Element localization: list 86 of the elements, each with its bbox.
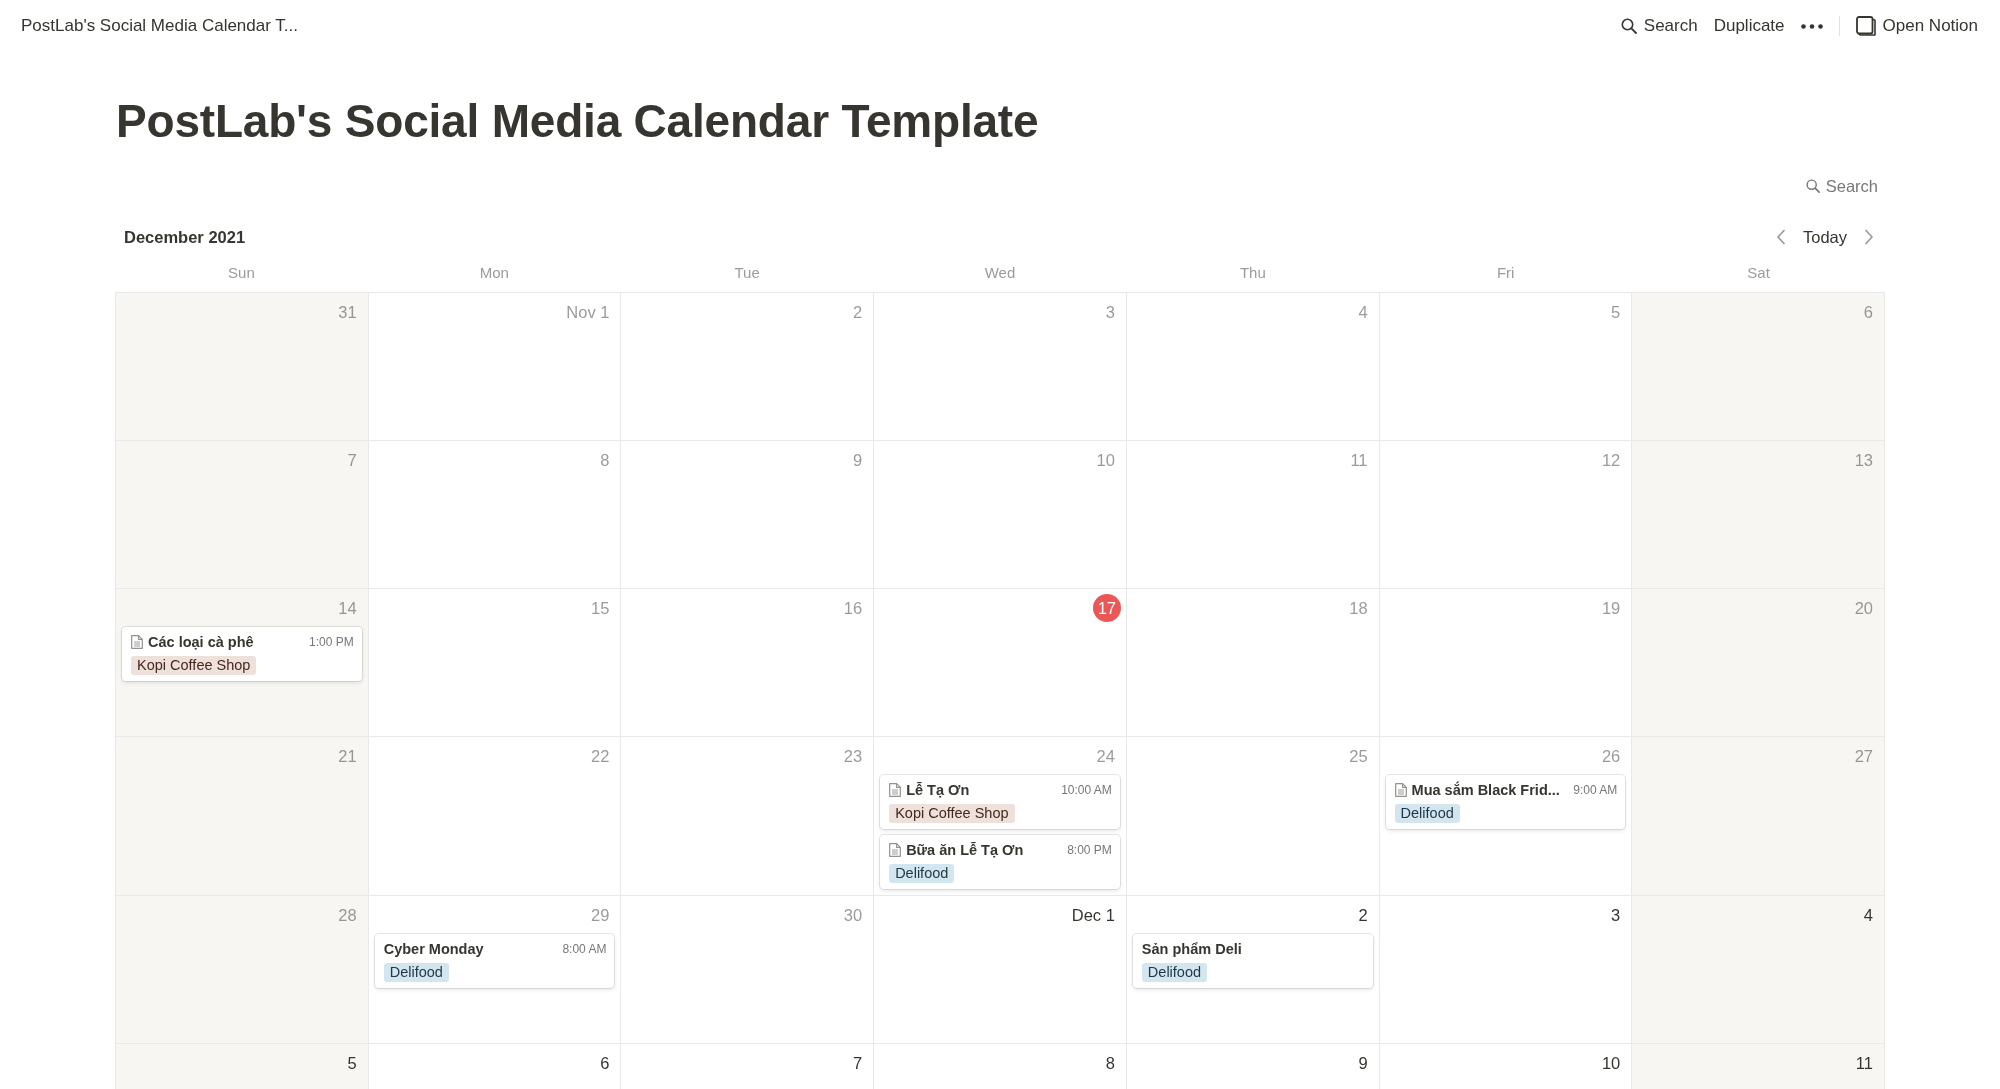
date-number: Dec 1 <box>1070 905 1116 926</box>
date-number: 8 <box>1104 1053 1116 1074</box>
event-time: 10:00 AM <box>1060 783 1112 797</box>
date-number: 31 <box>337 302 358 323</box>
date-number: 27 <box>1853 746 1874 767</box>
date-number: 12 <box>1600 450 1622 471</box>
event-card[interactable]: Cyber Monday 8:00 AM Delifood <box>374 934 615 988</box>
event-title: Các loại cà phê <box>148 634 254 650</box>
search-icon <box>1620 18 1637 34</box>
date-number: 3 <box>1610 905 1622 926</box>
weekday-label: Fri <box>1496 263 1515 281</box>
search-button[interactable]: Search <box>1801 173 1882 199</box>
date-number: 28 <box>337 905 358 926</box>
date-number: 17 <box>1092 594 1121 622</box>
duplicate-button[interactable]: Duplicate <box>1705 12 1793 40</box>
search-button[interactable]: Search <box>1612 12 1706 40</box>
search-icon <box>1805 179 1820 193</box>
date-number: 5 <box>346 1053 358 1074</box>
event-time: 8:00 AM <box>561 942 607 956</box>
page-title: PostLab's Social Media Calendar Template <box>115 94 1040 149</box>
date-number: 13 <box>1853 450 1874 471</box>
date-number: 9 <box>1357 1053 1369 1074</box>
date-number: 23 <box>842 746 864 767</box>
date-number: 21 <box>337 746 358 767</box>
date-number: 2 <box>1357 905 1369 926</box>
date-number: 19 <box>1600 598 1622 619</box>
date-number: 3 <box>1104 302 1116 323</box>
date-number: 9 <box>851 450 864 471</box>
date-number: 11 <box>1854 1053 1874 1074</box>
date-number: 25 <box>1348 746 1369 767</box>
date-number: 22 <box>590 746 611 767</box>
date-number: 4 <box>1357 302 1369 323</box>
date-number: 7 <box>346 450 358 471</box>
event-time: 9:00 AM <box>1572 783 1618 797</box>
event-card[interactable]: Bữa ăn Lễ Tạ Ơn 8:00 PM Delifood <box>880 835 1120 889</box>
open-notion-button[interactable]: Open Notion <box>1847 12 1986 40</box>
event-card[interactable]: Các loại cà phê 1:00 PM Kopi Coffee Shop <box>122 627 362 681</box>
date-number: 2 <box>851 302 864 323</box>
event-card[interactable]: Mua sắm Black Frid... 9:00 AM Delifood <box>1385 775 1626 829</box>
event-card[interactable]: Lễ Tạ Ơn 10:00 AM Kopi Coffee Shop <box>880 775 1120 829</box>
chevron-left-icon <box>1775 229 1786 245</box>
weekday-label: Tue <box>734 263 760 281</box>
date-number: 18 <box>1348 598 1369 619</box>
weekday-label: Wed <box>984 263 1016 281</box>
date-number: 11 <box>1349 450 1369 471</box>
weekday-label: Sun <box>228 263 255 281</box>
event-tag: Kopi Coffee Shop <box>889 804 1015 823</box>
date-number: 14 <box>337 598 358 619</box>
event-title: Mua sắm Black Frid... <box>1411 782 1560 798</box>
event-title: Lễ Tạ Ơn <box>906 782 970 798</box>
date-number: 10 <box>1600 1053 1622 1074</box>
event-time: 8:00 PM <box>1066 843 1112 857</box>
more-icon <box>1800 23 1823 29</box>
date-number: 24 <box>1095 746 1116 767</box>
date-number: 8 <box>599 450 611 471</box>
weekday-label: Thu <box>1239 263 1266 281</box>
weekday-label: Sat <box>1747 263 1770 281</box>
date-number: 20 <box>1853 598 1874 619</box>
event-tag: Delifood <box>383 963 449 982</box>
date-number: 16 <box>842 598 864 619</box>
page-breadcrumb[interactable]: PostLab's Social Media Calendar T... <box>13 13 306 39</box>
cube-logo-icon <box>1855 16 1876 36</box>
date-number: 7 <box>851 1053 864 1074</box>
date-number: 6 <box>1862 302 1874 323</box>
month-label: December 2021 <box>124 227 246 247</box>
event-tag: Kopi Coffee Shop <box>131 656 257 675</box>
chevron-right-icon <box>1864 229 1874 245</box>
event-tag: Delifood <box>889 864 955 883</box>
date-number: 29 <box>590 905 611 926</box>
date-number: 26 <box>1600 746 1622 767</box>
event-tag: Delifood <box>1394 804 1460 823</box>
date-number: Nov 1 <box>565 302 611 323</box>
today-button[interactable]: Today <box>1796 224 1853 250</box>
weekday-label: Mon <box>479 263 509 281</box>
date-number: 4 <box>1862 905 1874 926</box>
date-number: 6 <box>599 1053 611 1074</box>
event-title: Bữa ăn Lễ Tạ Ơn <box>906 842 1024 858</box>
event-card[interactable]: Sản phẩm Deli Delifood <box>1132 934 1373 988</box>
event-title: Sản phẩm Deli <box>1141 941 1242 957</box>
date-number: 30 <box>842 905 864 926</box>
date-number: 5 <box>1610 302 1622 323</box>
event-time: 1:00 PM <box>308 635 354 649</box>
date-number: 10 <box>1095 450 1116 471</box>
event-tag: Delifood <box>1141 963 1208 982</box>
event-title: Cyber Monday <box>383 941 484 957</box>
date-number: 15 <box>590 598 611 619</box>
